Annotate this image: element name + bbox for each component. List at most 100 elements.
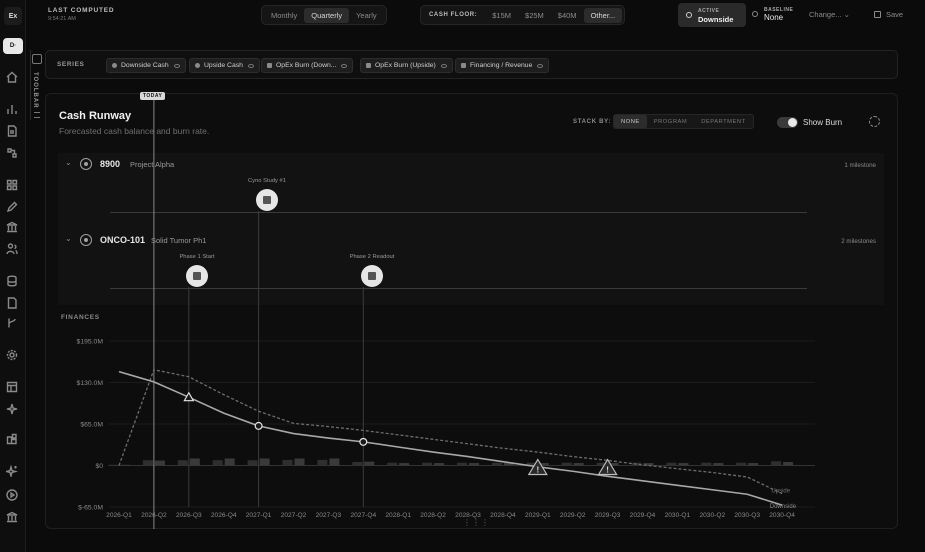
eye-icon[interactable]	[440, 63, 447, 68]
cash-floor-other[interactable]: Other...	[583, 7, 623, 23]
x-tick-label: 2027-Q3	[316, 512, 342, 519]
x-tick-label: 2027-Q4	[350, 512, 376, 519]
burn-bar-downside	[422, 462, 433, 466]
burn-bar-upside	[434, 463, 445, 466]
series-swatch	[267, 63, 272, 68]
burn-bar-downside	[701, 462, 712, 466]
active-value: Downside	[698, 15, 734, 24]
cash-floor-15m[interactable]: $15M	[485, 8, 518, 23]
burn-bar-upside	[748, 463, 759, 466]
sparkles-icon[interactable]	[3, 464, 20, 479]
burn-bar-downside	[666, 462, 677, 466]
x-tick-label: 2029-Q4	[630, 512, 656, 519]
x-tick-label: 2030-Q1	[665, 512, 691, 519]
burn-bar-downside	[177, 460, 188, 466]
eye-icon[interactable]	[537, 63, 544, 68]
toolbar-label: TOOLBAR	[32, 72, 38, 109]
burn-bar-upside	[678, 463, 689, 466]
bank-icon[interactable]	[6, 220, 20, 234]
target-icon	[686, 12, 692, 18]
x-tick-label: 2029-Q2	[560, 512, 586, 519]
burn-bar-downside	[561, 462, 572, 466]
eye-icon[interactable]	[247, 63, 254, 68]
period-monthly[interactable]: Monthly	[264, 8, 304, 23]
file-icon[interactable]	[6, 296, 20, 310]
eye-icon[interactable]	[173, 63, 180, 68]
y-tick-label: $130.0M	[77, 380, 104, 387]
series-chip-upside-cash[interactable]: Upside Cash	[189, 58, 260, 73]
y-tick-label: $-65.0M	[78, 505, 103, 512]
pen-icon[interactable]	[6, 200, 20, 214]
x-tick-label: 2030-Q3	[734, 512, 760, 519]
workflow-icon[interactable]	[6, 146, 20, 160]
last-computed-label: LAST COMPUTED	[48, 7, 115, 14]
toolbar-menu-icon[interactable]	[34, 112, 40, 118]
series-chip-financing-revenue[interactable]: Financing / Revenue	[455, 58, 550, 73]
app-logo[interactable]: Ex	[4, 7, 22, 25]
burn-bar-downside	[108, 464, 118, 466]
home-icon[interactable]	[6, 70, 20, 84]
warning-icon-glyph: !	[606, 466, 609, 475]
series-bar: SERIES Downside Cash Upside Cash OpEx Bu…	[45, 50, 898, 79]
burn-bar-downside	[317, 459, 328, 466]
play-icon[interactable]	[6, 488, 20, 502]
workspace-switcher[interactable]: D·	[3, 38, 23, 54]
burn-bar-upside	[154, 460, 165, 466]
burn-bar-upside	[573, 463, 584, 466]
burn-bar-downside	[771, 461, 782, 466]
change-label: Change...	[809, 10, 842, 19]
toolbar-panel-icon[interactable]	[32, 54, 42, 64]
series-chip-label: Financing / Revenue	[470, 62, 533, 69]
x-tick-label: 2028-Q4	[490, 512, 516, 519]
upside-end-label: Upside	[771, 489, 790, 495]
database-icon[interactable]	[6, 274, 20, 288]
chart-icon[interactable]	[6, 102, 20, 116]
series-chip-label: Upside Cash	[204, 62, 243, 69]
burn-bar-upside	[783, 461, 794, 466]
sparkle-icon[interactable]	[6, 402, 20, 416]
burn-bar-upside	[120, 464, 130, 466]
series-chip-label: OpEx Burn (Down...	[276, 62, 337, 69]
blocks-icon[interactable]	[6, 432, 20, 446]
period-quarterly[interactable]: Quarterly	[304, 7, 350, 23]
settings-icon[interactable]	[6, 348, 20, 362]
series-label: SERIES	[57, 61, 85, 68]
document-icon[interactable]	[6, 124, 20, 138]
cash-floor-selector: CASH FLOOR: $15M $25M $40M Other...	[420, 5, 626, 25]
downside-end-label: Downside	[770, 504, 797, 510]
series-chip-opex-burn-downside[interactable]: OpEx Burn (Down...	[261, 58, 354, 73]
change-baseline-dropdown[interactable]: Change... ⌄	[809, 10, 850, 19]
burn-bar-upside	[469, 463, 479, 466]
series-chip-opex-burn-upside[interactable]: OpEx Burn (Upside)	[360, 58, 453, 73]
period-yearly[interactable]: Yearly	[349, 8, 384, 23]
cash-floor-25m[interactable]: $25M	[518, 8, 551, 23]
x-tick-label: 2030-Q2	[699, 512, 725, 519]
baseline-circle-icon	[752, 11, 758, 17]
building-icon[interactable]	[6, 510, 20, 524]
active-label: ACTIVE	[698, 8, 720, 14]
left-rail: Ex D·	[0, 0, 26, 552]
x-tick-label: 2029-Q1	[525, 512, 551, 519]
baseline-value: None	[764, 13, 784, 22]
y-tick-label: $0	[95, 463, 103, 470]
toolbar-strip[interactable]: TOOLBAR	[30, 50, 43, 120]
grid-icon[interactable]	[6, 178, 20, 192]
branch-icon[interactable]	[6, 316, 20, 330]
series-chip-downside-cash[interactable]: Downside Cash	[106, 58, 186, 73]
burn-bar-upside	[329, 458, 340, 466]
layout-icon[interactable]	[6, 380, 20, 394]
save-button[interactable]: Save	[874, 10, 903, 19]
x-tick-label: 2026-Q3	[176, 512, 202, 519]
x-tick-label: 2026-Q1	[106, 512, 132, 519]
active-scenario-button[interactable]: ACTIVE Downside	[678, 3, 746, 27]
burn-bar-downside	[247, 460, 258, 466]
cash-floor-40m[interactable]: $40M	[551, 8, 584, 23]
upside-cash-line	[118, 368, 783, 495]
burn-bar-upside	[294, 458, 305, 466]
x-tick-label: 2030-Q4	[769, 512, 795, 519]
cash-runway-chart[interactable]: $195.0M $130.0M $65.0M $0 $-65.0M2026-Q1 2026…	[45, 93, 898, 529]
resize-handle[interactable]: ⋮⋮⋮	[463, 518, 490, 527]
eye-icon[interactable]	[341, 63, 348, 68]
burn-bar-upside	[189, 458, 200, 466]
users-icon[interactable]	[6, 242, 20, 256]
